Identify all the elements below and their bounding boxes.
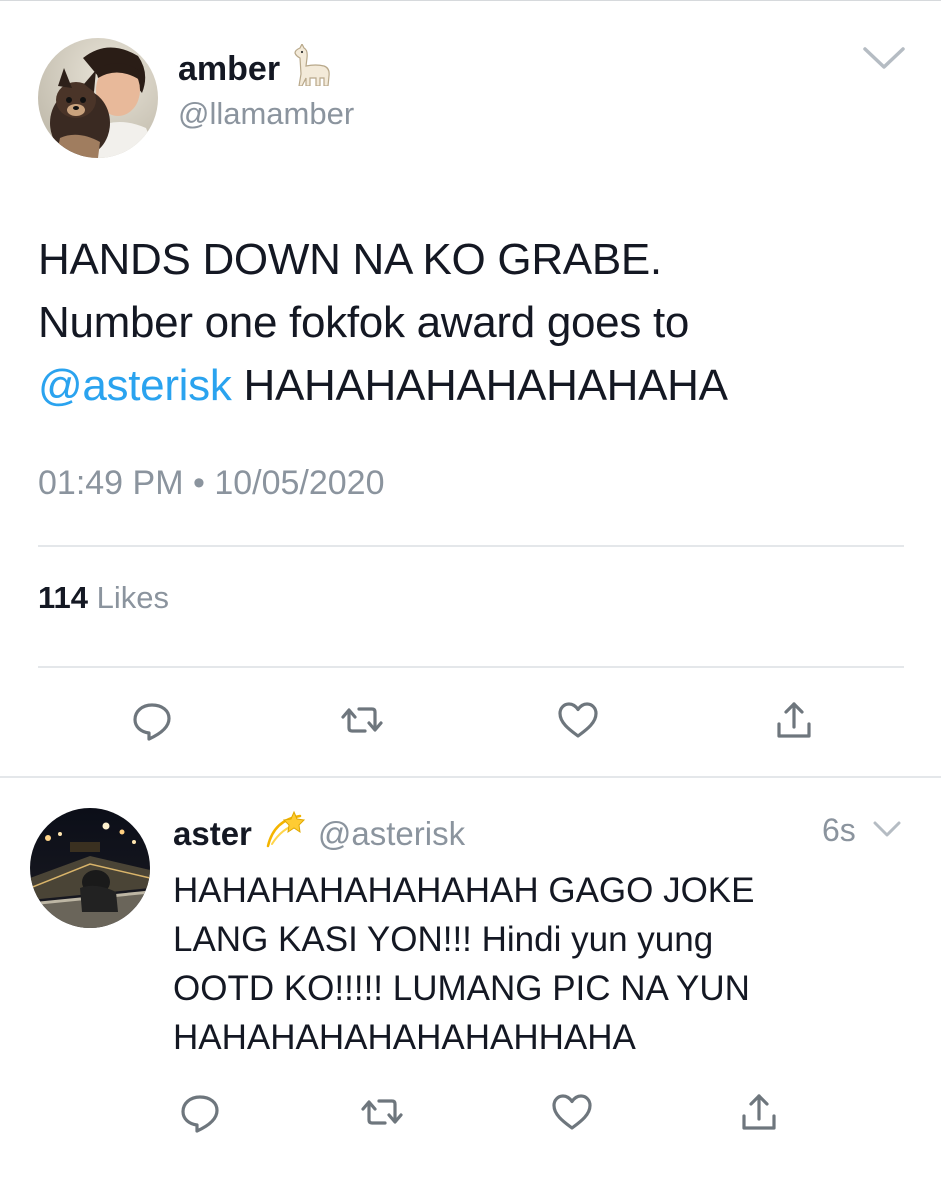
share-icon — [742, 1094, 776, 1130]
share-icon — [777, 702, 811, 738]
tweet-text-line: HANDS DOWN NA KO GRABE. — [38, 235, 662, 284]
reply-button[interactable] — [178, 1090, 222, 1134]
retweet-button[interactable] — [360, 1090, 404, 1134]
reply-button[interactable] — [130, 698, 174, 742]
likes-label: Likes — [88, 580, 169, 615]
reply-icon — [181, 1095, 219, 1133]
share-button[interactable] — [737, 1090, 781, 1134]
author-handle[interactable]: @llamamber — [178, 96, 354, 132]
like-icon — [558, 702, 598, 738]
like-button[interactable] — [556, 698, 600, 742]
divider — [38, 545, 904, 547]
divider — [38, 666, 904, 668]
avatar-photo — [38, 38, 158, 158]
dizzy-emoji-icon — [264, 810, 306, 858]
reply-author-name[interactable]: aster — [173, 815, 252, 853]
author-avatar[interactable] — [38, 38, 158, 158]
reply-text-line: OOTD KO!!!!! LUMANG PIC NA YUN — [173, 969, 750, 1008]
likes-number: 114 — [38, 580, 89, 615]
reply-text-line: LANG KASI YON!!! Hindi yun yung — [173, 920, 714, 959]
likes-count[interactable]: 114 Likes — [38, 580, 169, 616]
reply-icon — [133, 703, 171, 741]
reply-text-line: HAHAHAHAHAHAHAHHAHA — [173, 1018, 636, 1057]
reply-text-line: HAHAHAHAHAHAHAH GAGO JOKE — [173, 871, 755, 910]
share-button[interactable] — [772, 698, 816, 742]
tweet-menu-chevron-icon[interactable] — [862, 44, 906, 72]
top-border — [0, 0, 941, 1]
reply-menu-chevron-icon[interactable] — [872, 818, 902, 840]
reply-author-avatar[interactable] — [30, 808, 150, 928]
section-divider — [0, 776, 941, 778]
retweet-icon — [361, 1099, 403, 1125]
author-display-name[interactable]: amber — [178, 42, 332, 95]
reply-author-handle[interactable]: @asterisk — [318, 815, 465, 853]
tweet-timestamp[interactable]: 01:49 PM • 10/05/2020 — [38, 464, 385, 503]
tweet-text-line: Number one fokfok award goes to — [38, 298, 690, 347]
mention-link[interactable]: @asterisk — [38, 361, 232, 410]
author-name-text: amber — [178, 50, 281, 88]
reply-time: 6s — [822, 812, 856, 848]
reply-header: aster @asterisk — [173, 810, 465, 858]
like-icon — [552, 1094, 592, 1130]
reply-text: HAHAHAHAHAHAHAH GAGO JOKE LANG KASI YON!… — [173, 866, 913, 1062]
tweet-text: HANDS DOWN NA KO GRABE. Number one fokfo… — [38, 228, 918, 417]
tweet-text-line: @asterisk HAHAHAHAHAHAHAHA — [38, 354, 918, 417]
avatar-photo — [30, 808, 150, 928]
retweet-icon — [341, 707, 383, 733]
retweet-button[interactable] — [340, 698, 384, 742]
tweet-text-rest: HAHAHAHAHAHAHAHA — [231, 361, 728, 410]
llama-emoji-icon — [292, 42, 332, 95]
like-button[interactable] — [550, 1090, 594, 1134]
